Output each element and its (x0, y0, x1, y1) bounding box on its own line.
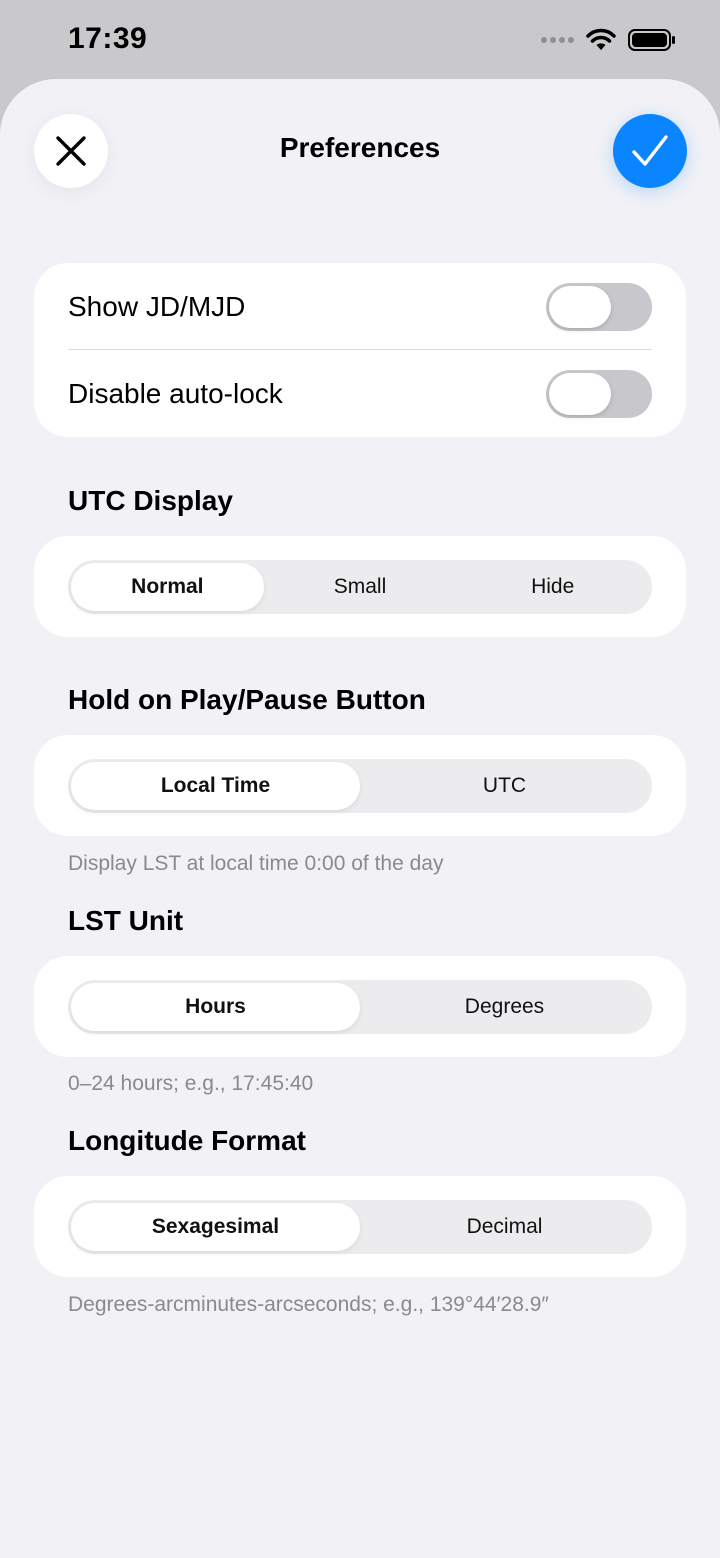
longitude-format-segmented-control: Sexagesimal Decimal (68, 1200, 652, 1254)
disable-auto-lock-toggle[interactable] (546, 369, 652, 418)
status-bar: 17:39 (0, 0, 720, 80)
segment-hours[interactable]: Hours (71, 983, 360, 1031)
checkmark-icon (632, 135, 668, 166)
lst-unit-card: Hours Degrees (34, 956, 686, 1057)
status-time: 17:39 (68, 22, 148, 55)
toggle-row-show-jd-mjd: Show JD/MJD (68, 263, 652, 350)
segment-normal[interactable]: Normal (71, 563, 264, 611)
utc-display-segmented-control: Normal Small Hide (68, 560, 652, 614)
wifi-icon (586, 28, 616, 50)
utc-display-header: UTC Display (68, 485, 233, 516)
utc-display-card: Normal Small Hide (34, 536, 686, 637)
preferences-sheet: Preferences Show JD/MJD Disable auto-loc… (0, 79, 720, 1558)
toggles-card: Show JD/MJD Disable auto-lock (34, 263, 686, 437)
segment-small[interactable]: Small (264, 563, 457, 611)
longitude-format-card: Sexagesimal Decimal (34, 1176, 686, 1277)
segment-utc[interactable]: UTC (360, 762, 649, 810)
hold-play-pause-segmented-control: Local Time UTC (68, 759, 652, 813)
segment-sexagesimal[interactable]: Sexagesimal (71, 1203, 360, 1251)
toggle-knob (549, 285, 611, 328)
toggle-label: Show JD/MJD (68, 290, 246, 322)
toggle-row-disable-auto-lock: Disable auto-lock (68, 350, 652, 437)
segment-hide[interactable]: Hide (456, 563, 649, 611)
page-title: Preferences (279, 132, 441, 163)
status-icons (540, 28, 676, 52)
lst-unit-segmented-control: Hours Degrees (68, 980, 652, 1034)
battery-icon (628, 29, 675, 51)
cellular-signal-icon (541, 37, 574, 43)
hold-play-pause-footnote: Display LST at local time 0:00 of the da… (68, 852, 444, 875)
hold-play-pause-header: Hold on Play/Pause Button (68, 684, 426, 715)
done-button[interactable] (613, 114, 687, 188)
segment-degrees[interactable]: Degrees (360, 983, 649, 1031)
show-jd-mjd-toggle[interactable] (546, 282, 652, 331)
lst-unit-header: LST Unit (68, 905, 184, 936)
longitude-format-footnote: Degrees-arcminutes-arcseconds; e.g., 139… (68, 1293, 549, 1316)
toggle-knob (549, 372, 611, 415)
segment-local-time[interactable]: Local Time (71, 762, 360, 810)
toggle-label: Disable auto-lock (68, 377, 283, 409)
hold-play-pause-card: Local Time UTC (34, 735, 686, 836)
lst-unit-footnote: 0–24 hours; e.g., 17:45:40 (68, 1072, 314, 1095)
longitude-format-header: Longitude Format (68, 1125, 306, 1156)
segment-decimal[interactable]: Decimal (360, 1203, 649, 1251)
